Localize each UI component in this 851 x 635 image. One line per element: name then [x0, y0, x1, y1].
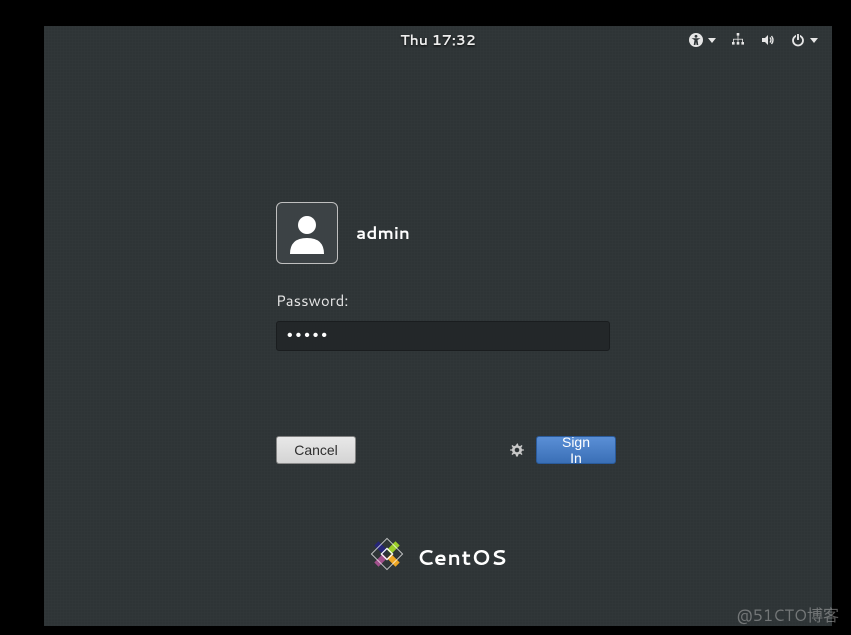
signin-group: Sign In — [508, 436, 616, 464]
accessibility-icon — [688, 32, 704, 48]
password-label: Password: — [276, 290, 616, 311]
branding: CentOS — [44, 536, 832, 578]
password-input[interactable] — [276, 321, 610, 351]
gear-icon — [509, 442, 525, 458]
session-options-button[interactable] — [508, 441, 526, 459]
centos-logo-icon — [369, 536, 405, 578]
login-panel: admin Password: — [276, 202, 616, 351]
top-bar: Thu 17:32 — [44, 26, 832, 54]
desktop: Thu 17:32 — [44, 26, 832, 626]
outer-frame: Thu 17:32 — [0, 0, 851, 635]
system-tray — [684, 26, 822, 54]
network-icon — [730, 32, 746, 48]
brand-name: CentOS — [417, 542, 507, 572]
user-row: admin — [276, 202, 616, 264]
volume-icon — [760, 32, 776, 48]
network-indicator[interactable] — [726, 30, 750, 50]
chevron-down-icon — [810, 38, 818, 43]
accessibility-menu[interactable] — [684, 30, 720, 50]
cancel-button[interactable]: Cancel — [276, 436, 356, 464]
signin-button[interactable]: Sign In — [536, 436, 616, 464]
clock[interactable]: Thu 17:32 — [400, 30, 475, 50]
volume-indicator[interactable] — [756, 30, 780, 50]
username-label: admin — [356, 221, 410, 245]
power-menu[interactable] — [786, 30, 822, 50]
avatar-icon — [284, 210, 330, 256]
avatar — [276, 202, 338, 264]
watermark: @51CTO博客 — [736, 602, 839, 627]
power-icon — [790, 32, 806, 48]
button-row: Cancel Sign In — [276, 436, 616, 464]
chevron-down-icon — [708, 38, 716, 43]
